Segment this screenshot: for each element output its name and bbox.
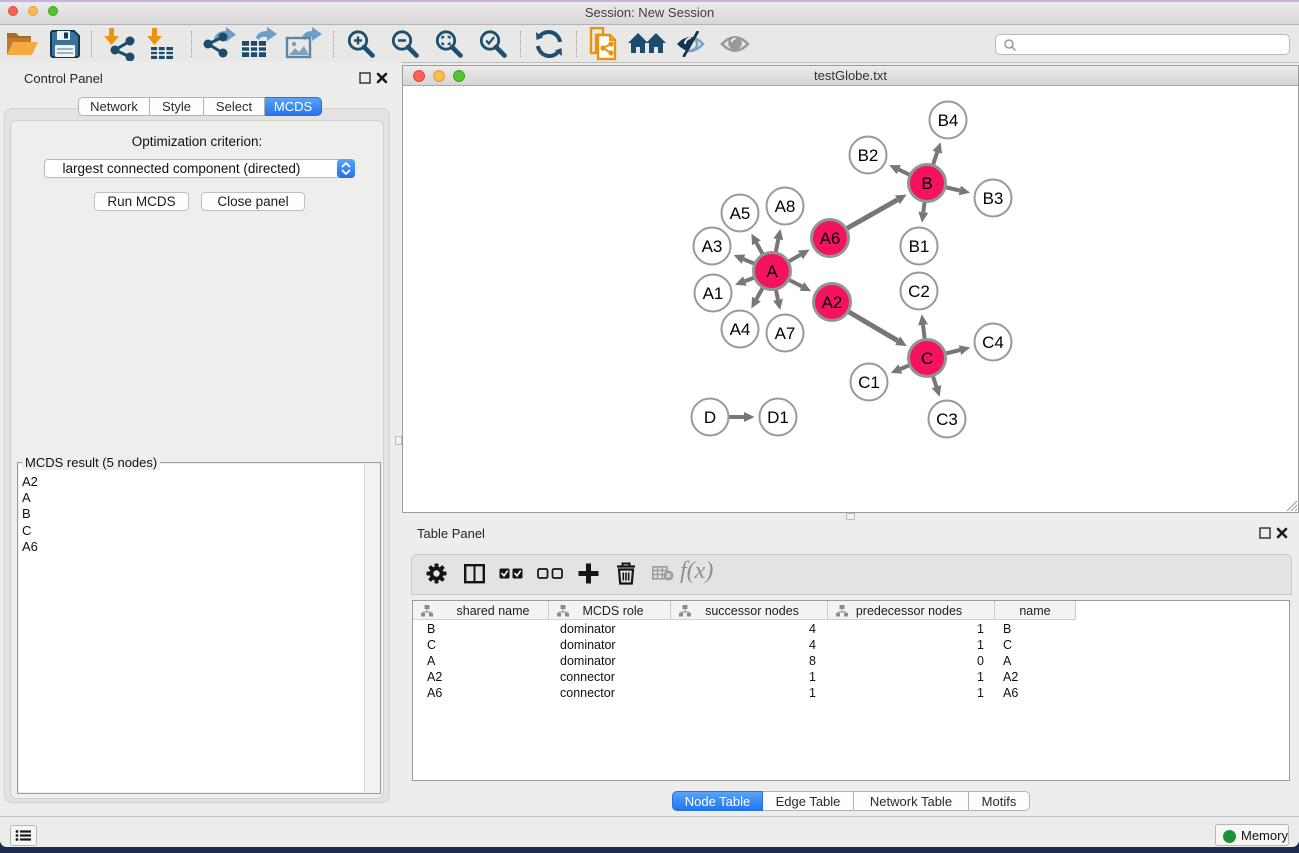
svg-text:dominator: dominator bbox=[560, 622, 616, 636]
svg-text:1: 1 bbox=[977, 686, 984, 700]
svg-text:C: C bbox=[427, 638, 436, 652]
svg-text:B: B bbox=[427, 622, 435, 636]
svg-text:dominator: dominator bbox=[560, 638, 616, 652]
svg-text:A: A bbox=[1003, 654, 1012, 668]
svg-text:8: 8 bbox=[809, 654, 816, 668]
svg-text:A7: A7 bbox=[775, 324, 796, 343]
svg-text:B2: B2 bbox=[858, 146, 879, 165]
svg-text:A2: A2 bbox=[1003, 670, 1018, 684]
svg-text:4: 4 bbox=[809, 638, 816, 652]
svg-text:predecessor nodes: predecessor nodes bbox=[856, 604, 962, 618]
svg-text:A1: A1 bbox=[703, 284, 724, 303]
svg-text:A6: A6 bbox=[1003, 686, 1018, 700]
svg-text:4: 4 bbox=[809, 622, 816, 636]
svg-text:successor nodes: successor nodes bbox=[705, 604, 799, 618]
svg-text:B4: B4 bbox=[938, 111, 959, 130]
svg-text:name: name bbox=[1019, 604, 1050, 618]
svg-text:A3: A3 bbox=[702, 237, 723, 256]
svg-text:1: 1 bbox=[809, 670, 816, 684]
svg-text:A4: A4 bbox=[730, 320, 751, 339]
svg-text:A: A bbox=[766, 262, 778, 281]
svg-text:1: 1 bbox=[809, 686, 816, 700]
svg-text:A6: A6 bbox=[820, 229, 841, 248]
svg-text:B: B bbox=[921, 174, 932, 193]
svg-text:connector: connector bbox=[560, 686, 615, 700]
svg-text:1: 1 bbox=[977, 670, 984, 684]
svg-text:B: B bbox=[1003, 622, 1011, 636]
svg-text:A2: A2 bbox=[427, 670, 442, 684]
svg-text:A5: A5 bbox=[730, 204, 751, 223]
svg-text:D1: D1 bbox=[767, 408, 789, 427]
svg-text:C: C bbox=[1003, 638, 1012, 652]
svg-text:C1: C1 bbox=[858, 373, 880, 392]
svg-text:B3: B3 bbox=[983, 189, 1004, 208]
svg-text:C4: C4 bbox=[982, 333, 1004, 352]
svg-text:A: A bbox=[427, 654, 436, 668]
svg-text:shared name: shared name bbox=[457, 604, 530, 618]
svg-text:C3: C3 bbox=[936, 410, 958, 429]
svg-text:A6: A6 bbox=[427, 686, 442, 700]
svg-text:connector: connector bbox=[560, 670, 615, 684]
svg-text:C: C bbox=[921, 349, 933, 368]
svg-text:A2: A2 bbox=[822, 293, 843, 312]
svg-text:C2: C2 bbox=[908, 282, 930, 301]
svg-text:MCDS role: MCDS role bbox=[582, 604, 643, 618]
svg-text:dominator: dominator bbox=[560, 654, 616, 668]
svg-text:D: D bbox=[704, 408, 716, 427]
svg-text:1: 1 bbox=[977, 622, 984, 636]
svg-text:A8: A8 bbox=[775, 197, 796, 216]
svg-text:1: 1 bbox=[977, 638, 984, 652]
svg-text:B1: B1 bbox=[909, 237, 930, 256]
svg-text:0: 0 bbox=[977, 654, 984, 668]
